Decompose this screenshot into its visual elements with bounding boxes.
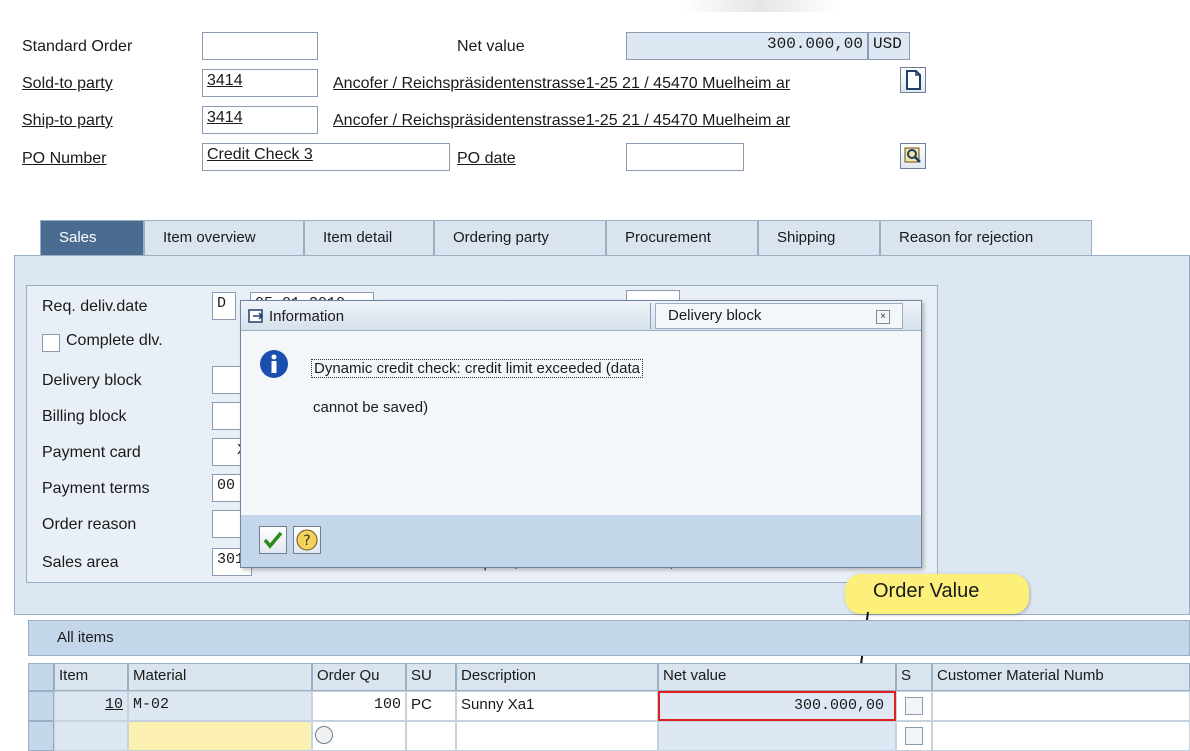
dialog-window-icon — [247, 307, 265, 330]
table-row-selector[interactable] — [28, 721, 54, 751]
material-cell[interactable]: M-02 — [128, 691, 312, 721]
information-dialog: Information Delivery block × Dynamic cre… — [240, 300, 922, 568]
complete-dlv-label: Complete dlv. — [66, 332, 163, 349]
req-deliv-type-field[interactable]: D — [212, 292, 236, 320]
column-header-item[interactable]: Item — [54, 663, 128, 691]
column-header-net-value[interactable]: Net value — [658, 663, 896, 691]
net-value-field: 300.000,00 — [626, 32, 868, 60]
description-cell[interactable]: Sunny Xa1 — [456, 691, 658, 721]
checkmark-icon[interactable] — [259, 526, 287, 554]
column-header-description[interactable]: Description — [456, 663, 658, 691]
po-date-field[interactable] — [626, 143, 744, 171]
top-decoration — [680, 0, 840, 12]
search-help-icon[interactable] — [315, 726, 333, 744]
item-number-cell[interactable]: 10 — [54, 691, 128, 721]
tab-sales[interactable]: Sales — [40, 220, 144, 256]
order-qty-cell[interactable]: 100 — [312, 691, 406, 721]
sold-to-field[interactable]: 3414 — [202, 69, 318, 97]
svg-text:?: ? — [303, 533, 310, 549]
help-icon[interactable]: ? — [293, 526, 321, 554]
column-header-material[interactable]: Material — [128, 663, 312, 691]
net-value-cell: 300.000,00 — [658, 691, 896, 721]
status-cell — [896, 721, 932, 751]
dialog-titlebar: Information Delivery block × — [241, 301, 921, 331]
order-qty-cell[interactable] — [312, 721, 406, 751]
sold-to-label[interactable]: Sold-to party — [22, 75, 113, 93]
standard-order-label: Standard Order — [22, 38, 133, 55]
table-row-selector[interactable] — [28, 691, 54, 721]
customer-material-cell[interactable] — [932, 721, 1190, 751]
delivery-block-right-label: Delivery block — [668, 307, 762, 324]
complete-dlv-checkbox[interactable] — [42, 334, 60, 352]
po-number-label[interactable]: PO Number — [22, 150, 106, 168]
material-cell[interactable] — [128, 721, 312, 751]
delivery-block-label: Delivery block — [42, 372, 142, 389]
ship-to-field[interactable]: 3414 — [202, 106, 318, 134]
status-checkbox[interactable] — [905, 727, 923, 745]
currency-field: USD — [868, 32, 910, 60]
delivery-block-right: Delivery block × — [655, 303, 903, 329]
dialog-message-line1: Dynamic credit check: credit limit excee… — [311, 359, 643, 378]
su-cell[interactable]: PC — [406, 691, 456, 721]
dialog-footer: ? — [241, 515, 921, 567]
payment-terms-label: Payment terms — [42, 480, 150, 497]
standard-order-field[interactable] — [202, 32, 318, 60]
column-header-su[interactable]: SU — [406, 663, 456, 691]
dialog-title-field — [641, 303, 651, 329]
order-value-callout-text: Order Value — [873, 580, 980, 602]
document-icon[interactable] — [900, 67, 926, 93]
dialog-title: Information — [269, 308, 345, 325]
sold-to-address[interactable]: Ancofer / Reichspräsidentenstrasse1-25 2… — [333, 75, 891, 93]
item-number-cell[interactable] — [54, 721, 128, 751]
ship-to-label[interactable]: Ship-to party — [22, 112, 113, 130]
net-value-cell — [658, 721, 896, 751]
po-date-label[interactable]: PO date — [457, 150, 516, 168]
net-value-label: Net value — [457, 38, 525, 55]
description-cell[interactable] — [456, 721, 658, 751]
tab-ordering-party[interactable]: Ordering party — [434, 220, 606, 256]
status-checkbox[interactable] — [905, 697, 923, 715]
tab-shipping[interactable]: Shipping — [758, 220, 880, 256]
sales-area-label: Sales area — [42, 554, 119, 571]
search-detail-icon[interactable] — [900, 143, 926, 169]
tab-reason-for-rejection[interactable]: Reason for rejection — [880, 220, 1092, 256]
status-cell — [896, 691, 932, 721]
dialog-message-line2: cannot be saved) — [313, 399, 429, 416]
table-row-selector-header — [28, 663, 54, 691]
req-deliv-date-label: Req. deliv.date — [42, 298, 148, 315]
billing-block-label: Billing block — [42, 408, 127, 425]
close-icon[interactable]: × — [876, 310, 890, 324]
tab-item-overview[interactable]: Item overview — [144, 220, 304, 256]
all-items-title: All items — [28, 620, 1190, 656]
po-number-field[interactable]: Credit Check 3 — [202, 143, 450, 171]
order-reason-label: Order reason — [42, 516, 137, 533]
payment-card-label: Payment card — [42, 444, 141, 461]
column-header-customer-material[interactable]: Customer Material Numb — [932, 663, 1190, 691]
ship-to-address[interactable]: Ancofer / Reichspräsidentenstrasse1-25 2… — [333, 112, 891, 130]
customer-material-cell[interactable] — [932, 691, 1190, 721]
tab-item-detail[interactable]: Item detail — [304, 220, 434, 256]
column-header-s[interactable]: S — [896, 663, 932, 691]
column-header-order-qty[interactable]: Order Qu — [312, 663, 406, 691]
info-icon — [259, 349, 289, 384]
su-cell[interactable] — [406, 721, 456, 751]
tab-procurement[interactable]: Procurement — [606, 220, 758, 256]
